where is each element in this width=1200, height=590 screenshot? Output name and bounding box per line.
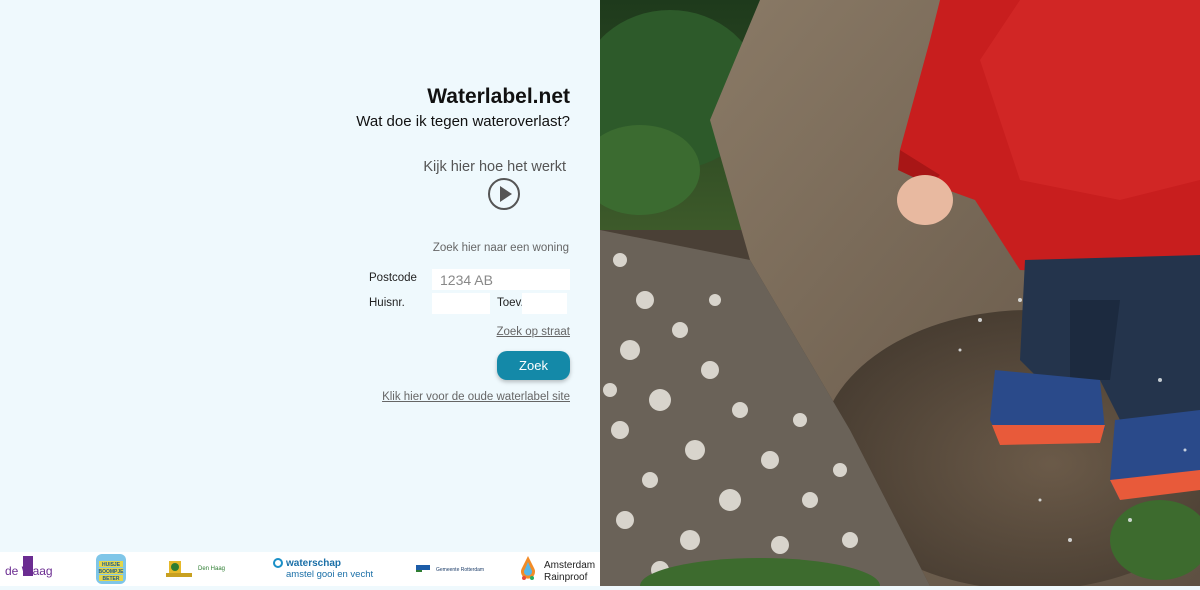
amsterdam-rainproof-logo: Amsterdam Rainproof bbox=[518, 554, 600, 584]
play-circle-icon bbox=[488, 178, 520, 210]
old-site-link[interactable]: Klik hier voor de oude waterlabel site bbox=[382, 391, 570, 403]
waterschap-logo-line2: amstel gooi en vecht bbox=[286, 569, 373, 580]
waterschap-logo-line1: waterschap bbox=[285, 558, 341, 569]
huisje-logo-line2: BOOMPJE bbox=[98, 569, 124, 575]
denhaag-logo-text: Den Haag bbox=[198, 566, 225, 572]
toev-input[interactable] bbox=[522, 293, 567, 314]
denhaag-logo: Den Haag bbox=[166, 558, 226, 580]
postcode-label: Postcode bbox=[369, 272, 417, 284]
page-title: Waterlabel.net bbox=[427, 85, 570, 108]
play-button[interactable] bbox=[487, 177, 521, 211]
huisnr-label: Huisnr. bbox=[369, 297, 405, 309]
huisje-logo-line1: HUISJE bbox=[102, 562, 121, 568]
search-heading: Zoek hier naar een woning bbox=[432, 242, 569, 254]
left-panel: Waterlabel.net Wat doe ik tegen waterove… bbox=[0, 0, 600, 586]
postcode-input[interactable] bbox=[432, 269, 570, 290]
partner-logo-bar: de Waag HUISJE BOOMPJE BETER Den Haag wa… bbox=[0, 552, 600, 586]
rotterdam-logo: Gemeente Rotterdam bbox=[414, 561, 486, 577]
zoek-button[interactable]: Zoek bbox=[497, 351, 570, 380]
video-label: Kijk hier hoe het werkt bbox=[423, 159, 566, 175]
huisnr-input[interactable] bbox=[432, 293, 490, 314]
amsterdam-logo-line2: Rainproof bbox=[544, 572, 588, 583]
dewaag-logo-text: de Waag bbox=[5, 564, 53, 578]
waterschap-logo: waterschap amstel gooi en vecht bbox=[272, 555, 377, 583]
search-by-street-link[interactable]: Zoek op straat bbox=[496, 326, 570, 338]
toev-label: Toev. bbox=[497, 297, 524, 309]
page-subtitle: Wat doe ik tegen wateroverlast? bbox=[356, 113, 570, 130]
hero-photo bbox=[600, 0, 1200, 586]
amsterdam-logo-line1: Amsterdam bbox=[544, 560, 595, 571]
huisje-logo-line3: BETER bbox=[103, 576, 120, 582]
dewaag-logo: de Waag bbox=[4, 556, 59, 582]
rotterdam-logo-text: Gemeente Rotterdam bbox=[436, 567, 484, 573]
child-in-puddle-photo bbox=[600, 0, 1200, 586]
huisje-boompje-beter-logo: HUISJE BOOMPJE BETER bbox=[95, 553, 127, 585]
